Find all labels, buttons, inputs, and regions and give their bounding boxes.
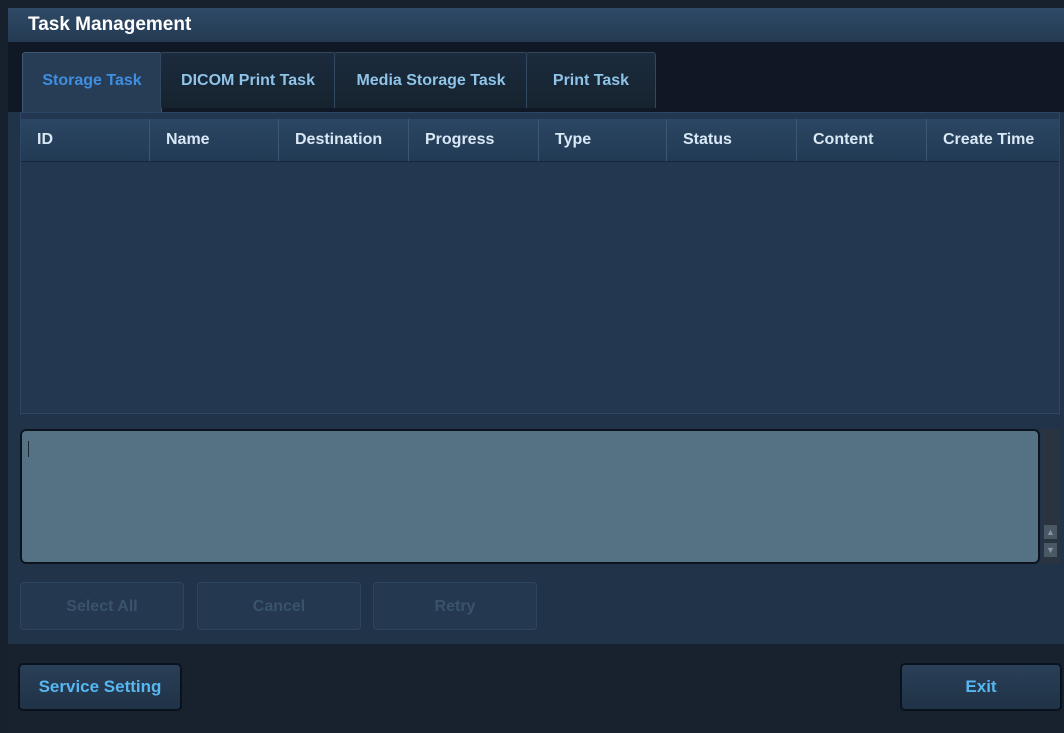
column-header-status[interactable]: Status (667, 119, 797, 161)
tab-dicom-print-task[interactable]: DICOM Print Task (160, 52, 336, 108)
exit-button[interactable]: Exit (900, 663, 1062, 711)
retry-button[interactable]: Retry (373, 582, 537, 630)
tab-strip: Storage Task DICOM Print Task Media Stor… (8, 42, 1064, 112)
column-header-progress[interactable]: Progress (409, 119, 539, 161)
tab-storage-task[interactable]: Storage Task (22, 52, 162, 112)
cancel-button[interactable]: Cancel (197, 582, 361, 630)
text-caret (28, 441, 29, 457)
tab-media-storage-task[interactable]: Media Storage Task (334, 52, 528, 108)
tab-print-task[interactable]: Print Task (526, 52, 656, 108)
scroll-down-icon[interactable]: ▼ (1044, 543, 1057, 557)
column-header-create-time[interactable]: Create Time (927, 119, 1059, 161)
task-table[interactable]: ID Name Destination Progress Type Status… (20, 112, 1060, 414)
column-header-id[interactable]: ID (21, 119, 150, 161)
column-header-name[interactable]: Name (150, 119, 279, 161)
window-title: Task Management (8, 8, 1064, 42)
task-log-textbox[interactable] (20, 429, 1040, 564)
task-management-window: Task Management Storage Task DICOM Print… (8, 8, 1064, 733)
column-header-content[interactable]: Content (797, 119, 927, 161)
log-scrollbar[interactable]: ▲ ▼ (1041, 429, 1060, 564)
table-header: ID Name Destination Progress Type Status… (21, 119, 1059, 162)
footer-bar: Service Setting Exit (8, 644, 1064, 733)
service-setting-button[interactable]: Service Setting (18, 663, 182, 711)
scroll-up-icon[interactable]: ▲ (1044, 525, 1057, 539)
select-all-button[interactable]: Select All (20, 582, 184, 630)
column-header-type[interactable]: Type (539, 119, 667, 161)
column-header-destination[interactable]: Destination (279, 119, 409, 161)
